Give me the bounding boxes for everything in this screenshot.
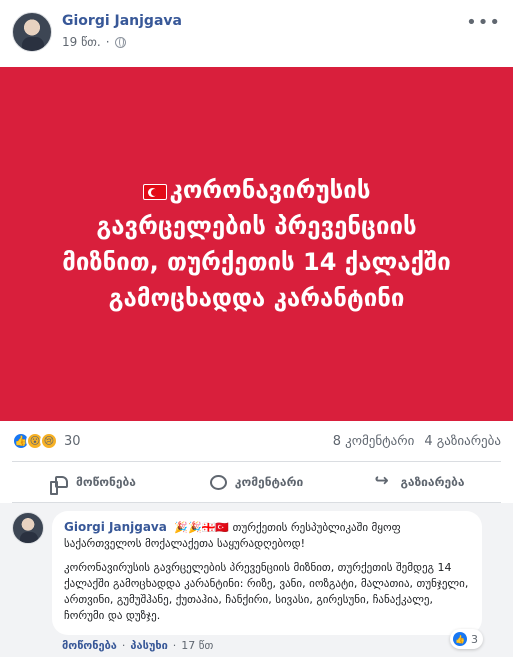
comment-section: Giorgi Janjgava 🎉🎉🇬🇪🇹🇷 თურქეთის რესპუბლი… xyxy=(0,503,513,657)
share-button[interactable]: გაზიარება xyxy=(338,462,501,502)
post-meta: 19 წთ. · xyxy=(62,35,126,49)
stat-right: 8 კომენტარი 4 გაზიარება xyxy=(333,434,501,449)
post-header: Giorgi Janjgava 19 წთ. · ••• xyxy=(0,0,513,64)
comment-sep-1: · xyxy=(121,639,126,652)
comment-label: კომენტარი xyxy=(234,475,304,489)
sad-reaction-icon: 😢 xyxy=(40,432,58,450)
comment-sep-2: · xyxy=(172,639,177,652)
turkey-flag-icon xyxy=(142,184,167,200)
like-reaction-icon: 👍 xyxy=(453,632,467,646)
thumbs-up-icon xyxy=(50,476,69,495)
globe-icon xyxy=(114,36,126,48)
reaction-summary[interactable]: 👍 😮 😢 30 xyxy=(12,432,81,450)
share-label: გაზიარება xyxy=(400,475,465,489)
like-button[interactable]: მოწონება xyxy=(12,462,175,502)
comment-reactions[interactable]: 👍 3 xyxy=(450,629,483,649)
post-stats: 👍 😮 😢 30 8 კომენტარი 4 გაზიარება xyxy=(12,429,501,453)
reaction-count: 30 xyxy=(64,433,81,449)
like-label: მოწონება xyxy=(76,475,136,489)
comment-react-count: 3 xyxy=(471,632,478,646)
post-image[interactable]: კორონავირუსის გავრცელების პრევენციის მიზ… xyxy=(0,67,513,421)
author-avatar[interactable] xyxy=(12,12,52,52)
author-name[interactable]: Giorgi Janjgava xyxy=(62,13,182,29)
comment-reply-link[interactable]: პასუხი xyxy=(130,639,167,652)
post-time[interactable]: 19 წთ. xyxy=(62,35,101,49)
commenter-avatar[interactable] xyxy=(12,512,44,544)
comment-icon xyxy=(209,474,227,490)
comment-emojis: 🎉🎉🇬🇪🇹🇷 xyxy=(174,521,230,534)
comment-bubble: Giorgi Janjgava 🎉🎉🇬🇪🇹🇷 თურქეთის რესპუბლი… xyxy=(52,511,482,635)
post-actions: მოწონება კომენტარი გაზიარება xyxy=(12,461,501,503)
comment-first-line: Giorgi Janjgava 🎉🎉🇬🇪🇹🇷 თურქეთის რესპუბლი… xyxy=(64,519,470,552)
comment-text-2: კორონავირუსის გავრცელების პრევენციის მიზ… xyxy=(64,561,469,622)
comment-button[interactable]: კომენტარი xyxy=(175,462,338,502)
comment-count[interactable]: 8 კომენტარი xyxy=(333,434,415,449)
commenter-name[interactable]: Giorgi Janjgava xyxy=(64,520,167,534)
comment-actions: მოწონება · პასუხი · 17 წთ xyxy=(62,639,213,652)
meta-separator: · xyxy=(105,35,110,49)
comment-like-link[interactable]: მოწონება xyxy=(62,639,117,652)
comment-time[interactable]: 17 წთ xyxy=(181,639,213,652)
post-image-caption: კორონავირუსის გავრცელების პრევენციის მიზ… xyxy=(62,176,451,312)
share-count[interactable]: 4 გაზიარება xyxy=(424,434,501,449)
share-icon xyxy=(374,471,392,491)
post-image-text: კორონავირუსის გავრცელების პრევენციის მიზ… xyxy=(57,172,457,316)
ellipsis-icon[interactable]: ••• xyxy=(466,12,501,33)
